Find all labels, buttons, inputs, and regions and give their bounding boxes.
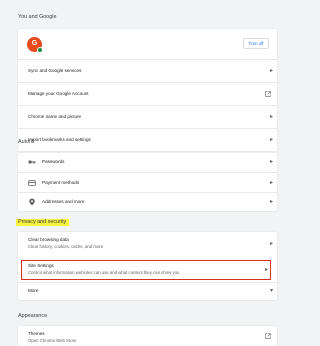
clear-browsing-label: Clear browsing data (28, 237, 69, 242)
themes-sub: Open Chrome Web Store (28, 338, 77, 343)
site-settings-label: Site Settings (28, 263, 54, 268)
chevron-right-icon: ▸ (269, 68, 273, 74)
chevron-right-icon: ▸ (264, 267, 268, 273)
privacy-card: Clear browsing data Clear history, cooki… (18, 232, 277, 300)
manage-account-label: Manage your Google Account (28, 91, 89, 96)
addresses-row[interactable]: Addresses and more ▸ (18, 192, 277, 211)
avatar[interactable]: G (27, 37, 43, 53)
chevron-right-icon: ▸ (269, 137, 273, 143)
privacy-heading: Privacy and security (16, 219, 70, 227)
payment-methods-row[interactable]: Payment methods ▸ (18, 172, 277, 192)
autofill-card: Passwords ▸ Payment methods ▸ Addresses … (18, 153, 277, 211)
chevron-right-icon: ▸ (269, 180, 273, 186)
appearance-card: Themes Open Chrome Web Store (18, 326, 277, 346)
external-link-icon (265, 333, 271, 339)
more-row[interactable]: More ▾ (18, 282, 277, 300)
chrome-name-label: Chrome name and picture (28, 114, 82, 119)
avatar-letter: G (31, 40, 38, 47)
turn-off-button[interactable]: Turn off (243, 38, 269, 49)
themes-row[interactable]: Themes Open Chrome Web Store (18, 326, 277, 346)
sidebar-item-sync[interactable]: Sync and Google services ▸ (18, 59, 277, 82)
chevron-down-icon: ▾ (269, 288, 273, 294)
key-icon (28, 160, 36, 164)
clear-browsing-sub: Clear history, cookies, cache, and more (28, 244, 104, 249)
clear-browsing-row[interactable]: Clear browsing data Clear history, cooki… (18, 232, 277, 257)
chevron-right-icon: ▸ (269, 114, 273, 120)
chevron-right-icon: ▸ (269, 159, 273, 165)
credit-card-icon (28, 180, 36, 186)
chevron-right-icon: ▸ (269, 241, 273, 247)
you-and-google-heading: You and Google (18, 14, 57, 20)
settings-page: You and Google G Turn off Sync and Googl… (0, 0, 277, 346)
import-bookmarks-label: Import bookmarks and settings (28, 137, 91, 142)
location-pin-icon (29, 198, 35, 206)
appearance-heading: Appearance (18, 313, 48, 319)
import-bookmarks-row[interactable]: Import bookmarks and settings ▸ (18, 128, 277, 151)
profile-row: G Turn off (18, 29, 277, 59)
site-settings-row[interactable]: Site Settings Control what information w… (21, 260, 271, 280)
external-link-icon (265, 91, 271, 97)
more-label: More (28, 288, 39, 293)
sync-label: Sync and Google services (28, 68, 82, 73)
you-and-google-card: G Turn off Sync and Google services ▸ Ma… (18, 29, 277, 151)
site-settings-sub: Control what information websites can us… (28, 270, 180, 275)
passwords-row[interactable]: Passwords ▸ (18, 153, 277, 172)
addresses-label: Addresses and more (42, 199, 85, 204)
passwords-label: Passwords (42, 159, 65, 164)
chrome-name-row[interactable]: Chrome name and picture ▸ (18, 105, 277, 128)
payment-methods-label: Payment methods (42, 180, 80, 185)
chevron-right-icon: ▸ (269, 199, 273, 205)
themes-label: Themes (28, 331, 45, 336)
sync-status-dot (37, 47, 43, 53)
autofill-heading: Autofill (18, 139, 35, 145)
manage-account-row[interactable]: Manage your Google Account (18, 82, 277, 105)
